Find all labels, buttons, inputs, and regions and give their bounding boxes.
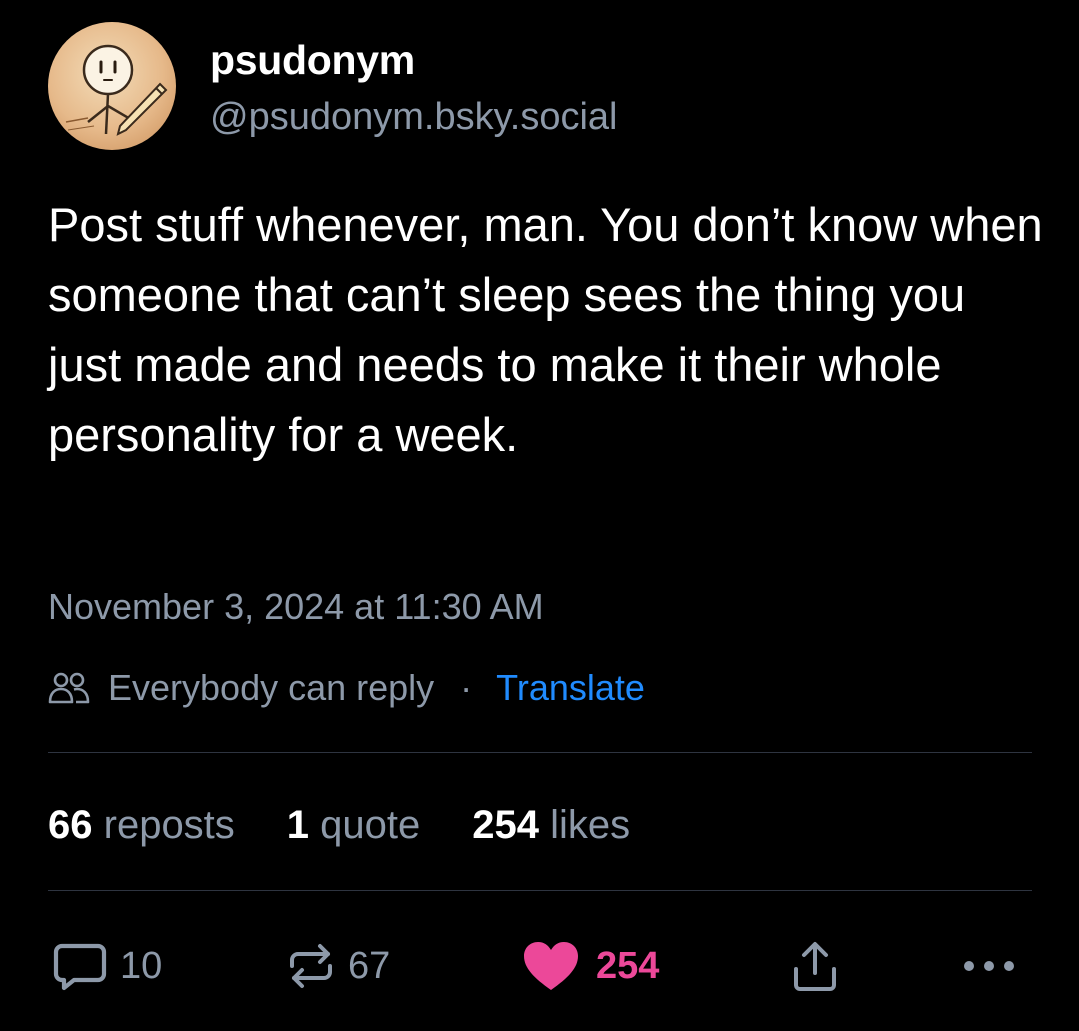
- more-options-button[interactable]: [960, 935, 1018, 997]
- like-count: 254: [596, 944, 660, 987]
- reposts-label: reposts: [103, 802, 235, 847]
- more-icon: [964, 961, 1014, 971]
- heart-icon: [524, 942, 578, 990]
- author-display-name[interactable]: psudonym: [210, 36, 415, 84]
- quotes-count: 1: [286, 802, 310, 847]
- divider-bottom: [48, 890, 1032, 891]
- like-icon-wrapper: [520, 935, 582, 997]
- repost-icon: [290, 944, 332, 988]
- pencil-character-avatar-icon: [65, 44, 168, 136]
- quotes-stat[interactable]: 1 quote: [287, 803, 420, 848]
- repost-count: 67: [348, 944, 391, 987]
- reply-count: 10: [120, 944, 163, 987]
- reposts-stat[interactable]: 66 reposts: [48, 803, 235, 848]
- post-stats-row: 66 reposts 1 quote 254 likes: [48, 800, 682, 850]
- translate-link[interactable]: Translate: [496, 667, 645, 709]
- post-timestamp[interactable]: November 3, 2024 at 11:30 AM: [48, 585, 544, 629]
- post-text: Post stuff whenever, man. You don’t know…: [48, 198, 1043, 461]
- likes-stat[interactable]: 254 likes: [472, 803, 630, 848]
- avatar[interactable]: [48, 22, 176, 150]
- share-icon: [794, 942, 836, 991]
- likes-count: 254: [472, 802, 540, 847]
- share-button[interactable]: [790, 935, 840, 997]
- quotes-label: quote: [320, 802, 421, 847]
- likes-label: likes: [550, 802, 631, 847]
- separator-dot: ·: [460, 667, 473, 708]
- author-handle[interactable]: @psudonym.bsky.social: [210, 94, 617, 140]
- like-button[interactable]: 254: [520, 935, 659, 997]
- reply-icon: [53, 943, 107, 991]
- reply-settings-row: Everybody can reply · Translate: [48, 665, 645, 711]
- reply-button[interactable]: 10: [52, 935, 162, 997]
- divider-top: [48, 752, 1032, 753]
- repost-button[interactable]: 67: [286, 935, 390, 997]
- reply-settings-label: Everybody can reply: [108, 667, 435, 708]
- people-icon: [48, 672, 90, 704]
- reposts-count: 66: [48, 802, 93, 847]
